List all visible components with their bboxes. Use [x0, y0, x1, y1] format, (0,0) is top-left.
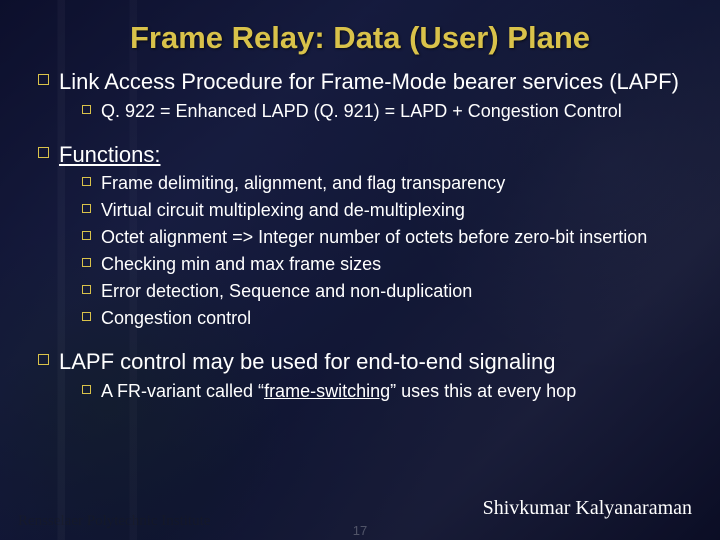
square-bullet-icon — [38, 354, 49, 365]
bullet-text: Q. 922 = Enhanced LAPD (Q. 921) = LAPD +… — [101, 100, 622, 123]
bullet-congestion-control: Congestion control — [38, 307, 690, 330]
bullet-text: Link Access Procedure for Frame-Mode bea… — [59, 68, 679, 96]
bullet-virtual-circuit: Virtual circuit multiplexing and de-mult… — [38, 199, 690, 222]
square-bullet-icon — [82, 258, 91, 267]
square-bullet-icon — [82, 105, 91, 114]
bullet-text: LAPF control may be used for end-to-end … — [59, 348, 556, 376]
bullet-text: Octet alignment => Integer number of oct… — [101, 226, 647, 249]
square-bullet-icon — [38, 147, 49, 158]
slide: Frame Relay: Data (User) Plane Link Acce… — [0, 0, 720, 540]
spacer — [38, 334, 690, 348]
bullet-text: A FR-variant called “frame-switching” us… — [101, 380, 576, 403]
footer-institution: Rensselaer Polytechnic Institute — [18, 513, 210, 530]
bullet-text: Congestion control — [101, 307, 251, 330]
bullet-octet-alignment: Octet alignment => Integer number of oct… — [38, 226, 690, 249]
square-bullet-icon — [82, 231, 91, 240]
bullet-text: Error detection, Sequence and non-duplic… — [101, 280, 472, 303]
bullet-q922: Q. 922 = Enhanced LAPD (Q. 921) = LAPD +… — [38, 100, 690, 123]
slide-content: Link Access Procedure for Frame-Mode bea… — [38, 68, 690, 407]
footer-author: Shivkumar Kalyanaraman — [483, 497, 692, 520]
square-bullet-icon — [82, 312, 91, 321]
bullet-text: Functions: — [59, 141, 161, 169]
slide-title: Frame Relay: Data (User) Plane — [0, 20, 720, 56]
square-bullet-icon — [82, 385, 91, 394]
square-bullet-icon — [82, 177, 91, 186]
square-bullet-icon — [38, 74, 49, 85]
bullet-frame-switching: A FR-variant called “frame-switching” us… — [38, 380, 690, 403]
bullet-text: Virtual circuit multiplexing and de-mult… — [101, 199, 465, 222]
bullet-frame-sizes: Checking min and max frame sizes — [38, 253, 690, 276]
spacer — [38, 127, 690, 141]
page-number: 17 — [353, 523, 367, 538]
square-bullet-icon — [82, 285, 91, 294]
bullet-text: Checking min and max frame sizes — [101, 253, 381, 276]
bullet-lapf: Link Access Procedure for Frame-Mode bea… — [38, 68, 690, 96]
bullet-frame-delimiting: Frame delimiting, alignment, and flag tr… — [38, 172, 690, 195]
bullet-lapf-control: LAPF control may be used for end-to-end … — [38, 348, 690, 376]
bullet-error-detection: Error detection, Sequence and non-duplic… — [38, 280, 690, 303]
square-bullet-icon — [82, 204, 91, 213]
text-emphasis: frame-switching — [264, 381, 390, 401]
bullet-functions: Functions: — [38, 141, 690, 169]
text-pre: A FR-variant called “ — [101, 381, 264, 401]
bullet-text: Frame delimiting, alignment, and flag tr… — [101, 172, 505, 195]
text-post: ” uses this at every hop — [390, 381, 576, 401]
